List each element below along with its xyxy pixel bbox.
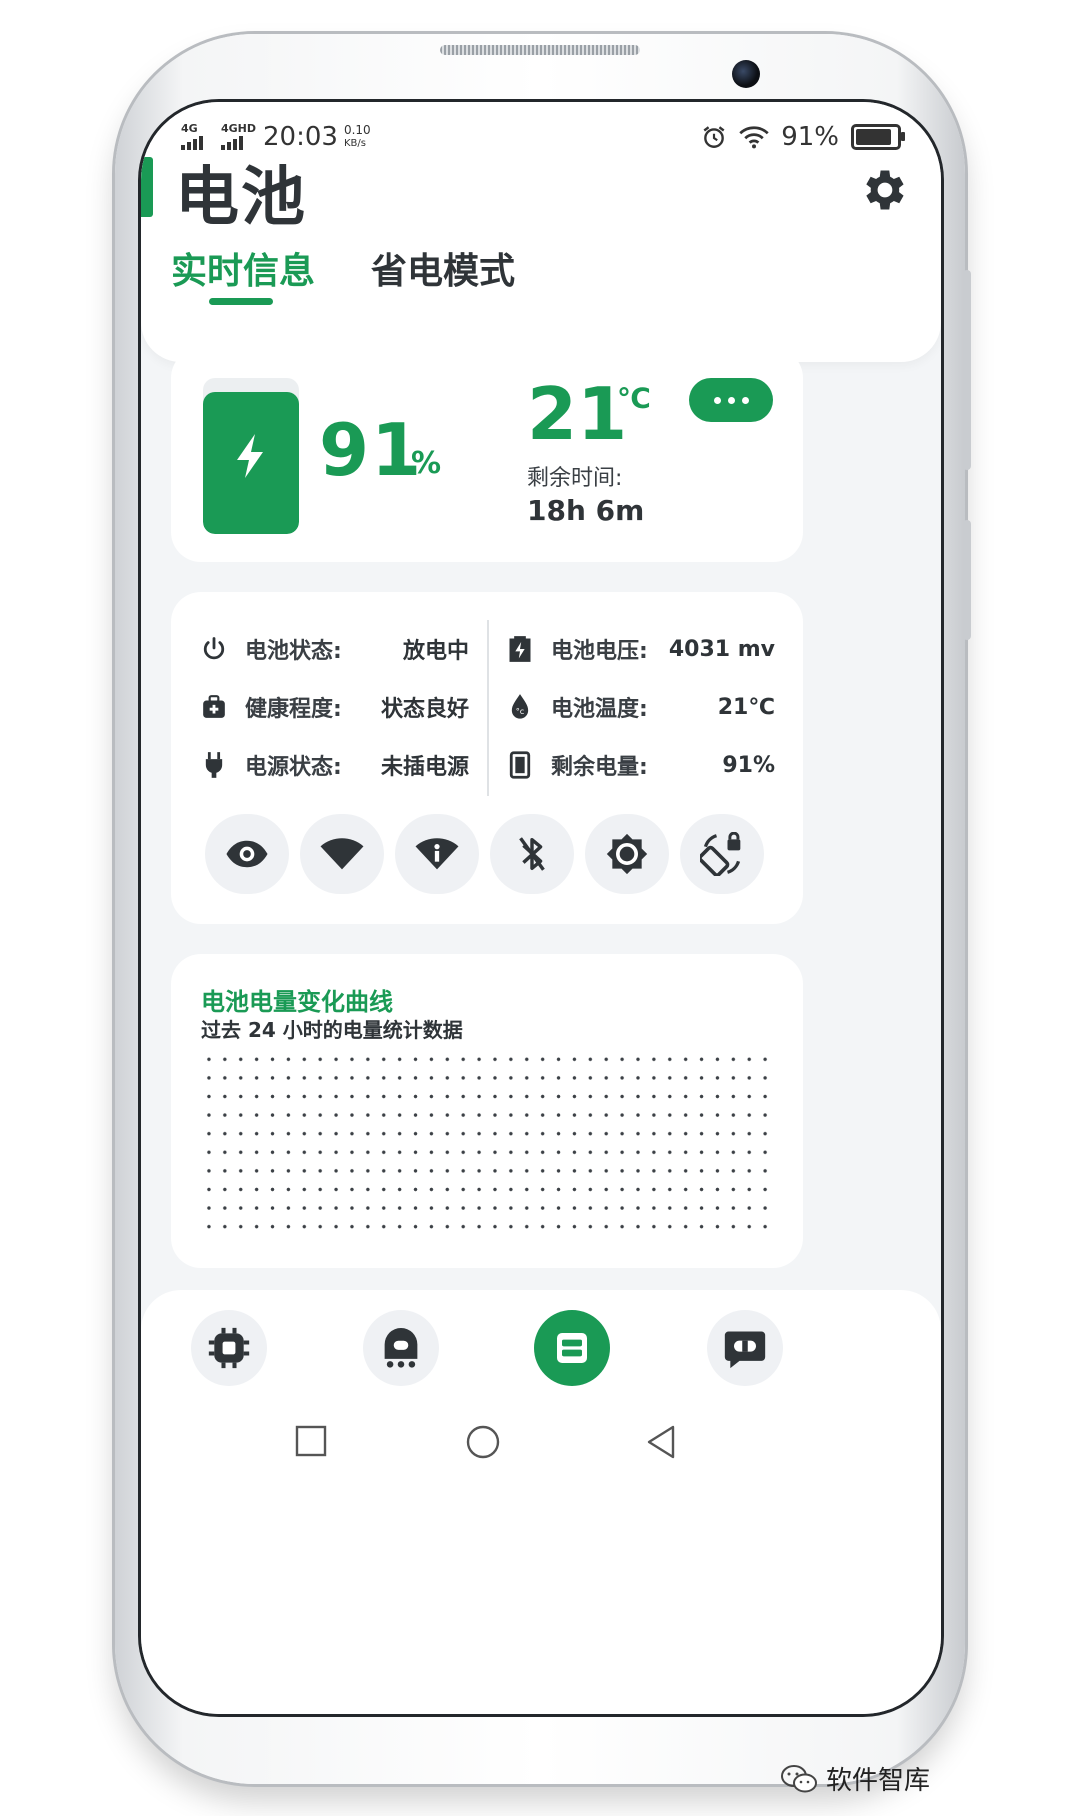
temperature-unit: ℃ xyxy=(617,382,651,415)
detail-value: 91% xyxy=(722,752,775,778)
battery-percent: 91% xyxy=(781,122,839,152)
detail-value: 放电中 xyxy=(402,639,469,664)
more-button[interactable] xyxy=(689,378,773,422)
wechat-icon xyxy=(780,1764,817,1792)
title-accent-bar xyxy=(141,157,153,217)
page-title: 电池 xyxy=(175,161,307,235)
detail-value: 4031 mv xyxy=(668,636,775,662)
battery-card-icon xyxy=(557,1333,587,1363)
wifi-icon xyxy=(739,126,769,149)
battery-chart-card: 电池电量变化曲线 过去 24 小时的电量统计数据 xyxy=(171,954,803,1268)
more-dots-icon xyxy=(713,396,721,404)
power-button xyxy=(963,520,971,640)
detail-label: 电池状态: xyxy=(245,639,342,664)
nav-item-battery[interactable] xyxy=(534,1310,610,1386)
ghost-icon xyxy=(384,1328,418,1368)
detail-value: 未插电源 xyxy=(380,755,469,780)
detail-label: 电池温度: xyxy=(551,697,648,722)
more-dots-icon xyxy=(741,396,749,404)
detail-row-temperature: °c 电池温度: 21℃ xyxy=(505,690,775,724)
phone-screen: 4G 4GHD 20:03 0.10 KB/s 91% 电池 实时信息 省电模式… xyxy=(141,102,941,1714)
message-icon xyxy=(724,1331,766,1369)
detail-label: 健康程度: xyxy=(245,697,342,722)
wifi-toggle-button[interactable] xyxy=(300,814,384,894)
charging-bolt-icon xyxy=(237,434,263,478)
detail-row-power-source: 电源状态: 未插电源 xyxy=(199,748,469,782)
chart-dot-grid xyxy=(201,1050,773,1242)
back-icon[interactable] xyxy=(645,1425,677,1459)
bluetooth-toggle-button[interactable] xyxy=(490,814,574,894)
detail-label: 电源状态: xyxy=(245,755,342,780)
svg-text:°c: °c xyxy=(516,706,525,716)
signal2-label: 4GHD xyxy=(221,122,257,135)
nav-item-ghost[interactable] xyxy=(363,1310,439,1386)
wifi-info-toggle-button[interactable] xyxy=(395,814,479,894)
watermark: 软件智库 xyxy=(780,1760,930,1797)
detail-value: 状态良好 xyxy=(380,697,469,722)
tab-power-saving[interactable]: 省电模式 xyxy=(371,242,515,294)
column-divider xyxy=(487,620,489,796)
battery-details-card: 电池状态: 放电中 健康程度: 状态良好 电源状态: 未插电源 电池电压: 40… xyxy=(171,592,803,924)
status-right: 91% xyxy=(701,122,905,152)
battery-level-graphic xyxy=(203,378,299,534)
more-dots-icon xyxy=(727,396,735,404)
gear-icon[interactable] xyxy=(857,164,909,216)
wifi-info-icon xyxy=(415,838,459,870)
recent-apps-icon[interactable] xyxy=(295,1425,327,1457)
quick-toggles xyxy=(205,814,764,894)
detail-row-health: 健康程度: 状态良好 xyxy=(199,690,469,724)
front-camera xyxy=(732,60,760,88)
remaining-time-label: 剩余时间: xyxy=(527,466,623,491)
battery-icon xyxy=(851,124,905,150)
brightness-icon xyxy=(606,833,648,875)
detail-label: 电池电压: xyxy=(551,639,648,664)
detail-value: 21℃ xyxy=(717,694,775,720)
rotation-lock-toggle-button[interactable] xyxy=(680,814,764,894)
detail-row-voltage: 电池电压: 4031 mv xyxy=(505,632,775,666)
signal1-label: 4G xyxy=(181,122,198,135)
speaker-grill xyxy=(440,45,640,55)
net-speed-unit: KB/s xyxy=(343,138,366,149)
battery-percent-value: 91 xyxy=(319,408,424,492)
alarm-icon xyxy=(703,126,725,148)
detail-row-battery-status: 电池状态: 放电中 xyxy=(199,632,469,666)
chart-subtitle: 过去 24 小时的电量统计数据 xyxy=(201,1018,463,1042)
chart-title: 电池电量变化曲线 xyxy=(201,988,393,1016)
remaining-time-value: 18h 6m xyxy=(527,494,645,527)
voltage-icon xyxy=(509,636,531,662)
detail-label: 剩余电量: xyxy=(551,755,648,780)
chip-icon xyxy=(208,1327,250,1369)
temperature-drop-icon: °c xyxy=(511,694,529,719)
active-tab-indicator xyxy=(209,298,273,305)
net-speed: 0.10 KB/s xyxy=(344,124,371,150)
tab-realtime-info[interactable]: 实时信息 xyxy=(171,242,315,294)
plug-icon xyxy=(205,752,223,778)
wifi-icon xyxy=(320,838,364,870)
battery-level-icon xyxy=(509,751,531,779)
nav-item-chip[interactable] xyxy=(191,1310,267,1386)
bluetooth-off-icon xyxy=(519,837,545,871)
net-speed-value: 0.10 xyxy=(343,123,371,137)
eye-icon xyxy=(226,840,268,868)
battery-overview-card: 91 % 21 ℃ 剩余时间: 18h 6m xyxy=(171,348,803,562)
eye-toggle-button[interactable] xyxy=(205,814,289,894)
watermark-text: 软件智库 xyxy=(825,1766,930,1796)
rotation-lock-icon xyxy=(700,832,741,876)
home-icon[interactable] xyxy=(466,1425,500,1459)
battery-icon-fill xyxy=(856,129,891,145)
volume-button xyxy=(963,270,971,470)
nav-item-message[interactable] xyxy=(707,1310,783,1386)
brightness-toggle-button[interactable] xyxy=(585,814,669,894)
first-aid-icon xyxy=(203,695,225,718)
header-panel: 4G 4GHD 20:03 0.10 KB/s 91% 电池 实时信息 省电模式 xyxy=(141,102,941,362)
bottom-nav xyxy=(141,1290,941,1714)
battery-percent-unit: % xyxy=(411,446,442,481)
detail-row-remaining: 剩余电量: 91% xyxy=(505,748,775,782)
temperature-value: 21 xyxy=(527,372,628,456)
power-icon xyxy=(203,637,225,660)
